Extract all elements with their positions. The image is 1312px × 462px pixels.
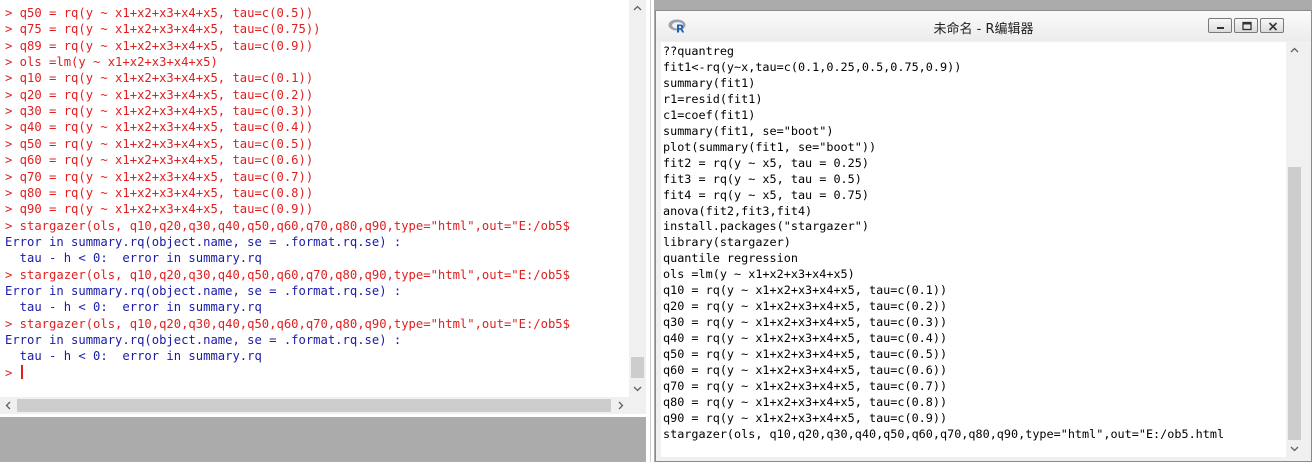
console-command-line: > q10 = rq(y ~ x1+x2+x3+x4+x5, tau=c(0.1… [5,71,314,86]
console-command-line: > q60 = rq(y ~ x1+x2+x3+x4+x5, tau=c(0.6… [5,153,314,168]
console-output-line: tau - h < 0: error in summary.rq [5,349,262,364]
console-command-line: > q40 = rq(y ~ x1+x2+x3+x4+x5, tau=c(0.4… [5,120,314,135]
scroll-right-icon[interactable] [612,397,629,414]
console-output-line: Error in summary.rq(object.name, se = .f… [5,333,402,347]
editor-code-line: q40 = rq(y ~ x1+x2+x3+x4+x5, tau=c(0.4)) [663,331,948,346]
scroll-down-icon[interactable] [1286,440,1303,457]
editor-code-line: stargazer(ols, q10,q20,q30,q40,q50,q60,q… [663,426,1225,441]
editor-code-line: q50 = rq(y ~ x1+x2+x3+x4+x5, tau=c(0.5)) [663,347,948,362]
console-output-line: tau - h < 0: error in summary.rq [5,300,262,315]
scrollbar-corner [629,397,646,414]
editor-code-line: anova(fit2,fit3,fit4) [663,203,813,218]
editor-code-line: plot(summary(fit1, se="boot")) [663,139,877,154]
console-command-line: > q89 = rq(y ~ x1+x2+x3+x4+x5, tau=c(0.9… [5,38,314,53]
scroll-up-icon[interactable] [629,0,646,17]
console-command-line: > stargazer(ols, q10,q20,q30,q40,q50,q60… [5,218,570,233]
editor-code-line: summary(fit1, se="boot") [663,123,834,138]
console-command-line: > ols =lm(y ~ x1+x2+x3+x4+x5) [5,55,218,70]
editor-code-line: q80 = rq(y ~ x1+x2+x3+x4+x5, tau=c(0.8)) [663,394,948,409]
editor-code-line: q90 = rq(y ~ x1+x2+x3+x4+x5, tau=c(0.9)) [663,410,948,425]
editor-code-line: quantile regression [663,251,798,266]
maximize-button[interactable] [1234,18,1258,33]
console-hscroll-thumb[interactable] [17,399,611,412]
minimize-button[interactable] [1208,18,1232,33]
console-prompt[interactable]: > [5,364,23,381]
console-command-line: > stargazer(ols, q10,q20,q30,q40,q50,q60… [5,316,570,331]
r-editor-window[interactable]: R 未命名 - R编辑器 ??quantreg fit1<-rq(y~x,tau=… [655,10,1312,462]
editor-code-line: ols =lm(y ~ x1+x2+x3+x4+x5) [663,267,855,282]
editor-code-line: fit4 = rq(y ~ x5, tau = 0.75) [663,187,869,202]
console-vertical-scrollbar[interactable] [629,0,646,397]
editor-code-line: q10 = rq(y ~ x1+x2+x3+x4+x5, tau=c(0.1)) [663,283,948,298]
editor-code-line: fit1<-rq(y~x,tau=c(0.1,0.25,0.5,0.75,0.9… [663,59,962,74]
close-icon [1268,22,1278,31]
editor-code-line: install.packages("stargazer") [663,219,869,234]
console-command-line: > q75 = rq(y ~ x1+x2+x3+x4+x5, tau=c(0.7… [5,22,321,37]
editor-code-line: fit2 = rq(y ~ x5, tau = 0.25) [663,155,869,170]
console-command-line: > q80 = rq(y ~ x1+x2+x3+x4+x5, tau=c(0.8… [5,185,314,200]
minimize-icon [1217,27,1224,29]
close-button[interactable] [1260,18,1284,33]
editor-code-line: c1=coef(fit1) [663,107,756,122]
editor-code-line: r1=resid(fit1) [663,91,763,106]
editor-scroll-thumb[interactable] [1288,167,1301,445]
console-command-line: > q20 = rq(y ~ x1+x2+x3+x4+x5, tau=c(0.2… [5,87,314,102]
console-command-line: > q30 = rq(y ~ x1+x2+x3+x4+x5, tau=c(0.3… [5,104,314,119]
text-cursor [20,364,23,379]
scroll-left-icon[interactable] [0,397,17,414]
console-command-line: > q90 = rq(y ~ x1+x2+x3+x4+x5, tau=c(0.9… [5,202,314,217]
console-command-line: > q50 = rq(y ~ x1+x2+x3+x4+x5, tau=c(0.5… [5,6,314,20]
editor-text-area[interactable]: ??quantreg fit1<-rq(y~x,tau=c(0.1,0.25,0.… [661,42,1286,457]
editor-code-line: q20 = rq(y ~ x1+x2+x3+x4+x5, tau=c(0.2)) [663,299,948,314]
console-horizontal-scrollbar[interactable] [0,397,629,414]
console-output-line: tau - h < 0: error in summary.rq [5,251,262,266]
scroll-down-icon[interactable] [629,380,646,397]
editor-code-line: q70 = rq(y ~ x1+x2+x3+x4+x5, tau=c(0.7)) [663,378,948,393]
console-command-line: > stargazer(ols, q10,q20,q30,q40,q50,q60… [5,267,570,282]
editor-code-line: summary(fit1) [663,75,756,90]
editor-code-line: library(stargazer) [663,235,791,250]
editor-code-line: ??quantreg [663,44,735,58]
divider [650,0,651,462]
console-output-line: Error in summary.rq(object.name, se = .f… [5,283,402,298]
console-command-line: > q50 = rq(y ~ x1+x2+x3+x4+x5, tau=c(0.5… [5,136,314,151]
editor-vertical-scrollbar[interactable] [1286,42,1303,457]
console-output[interactable]: > q50 = rq(y ~ x1+x2+x3+x4+x5, tau=c(0.5… [0,0,629,397]
editor-code-line: fit3 = rq(y ~ x5, tau = 0.5) [663,171,862,186]
console-command-line: > q70 = rq(y ~ x1+x2+x3+x4+x5, tau=c(0.7… [5,169,314,184]
console-scroll-thumb[interactable] [631,357,644,378]
editor-code-line: q60 = rq(y ~ x1+x2+x3+x4+x5, tau=c(0.6)) [663,363,948,377]
maximize-icon [1242,21,1252,31]
editor-code-line: q30 = rq(y ~ x1+x2+x3+x4+x5, tau=c(0.3)) [663,315,948,330]
r-console[interactable]: > q50 = rq(y ~ x1+x2+x3+x4+x5, tau=c(0.5… [0,0,647,417]
console-output-line: Error in summary.rq(object.name, se = .f… [5,234,402,249]
prompt-symbol: > [5,365,20,380]
scroll-up-icon[interactable] [1286,42,1303,59]
editor-titlebar[interactable]: R 未命名 - R编辑器 [656,11,1311,41]
